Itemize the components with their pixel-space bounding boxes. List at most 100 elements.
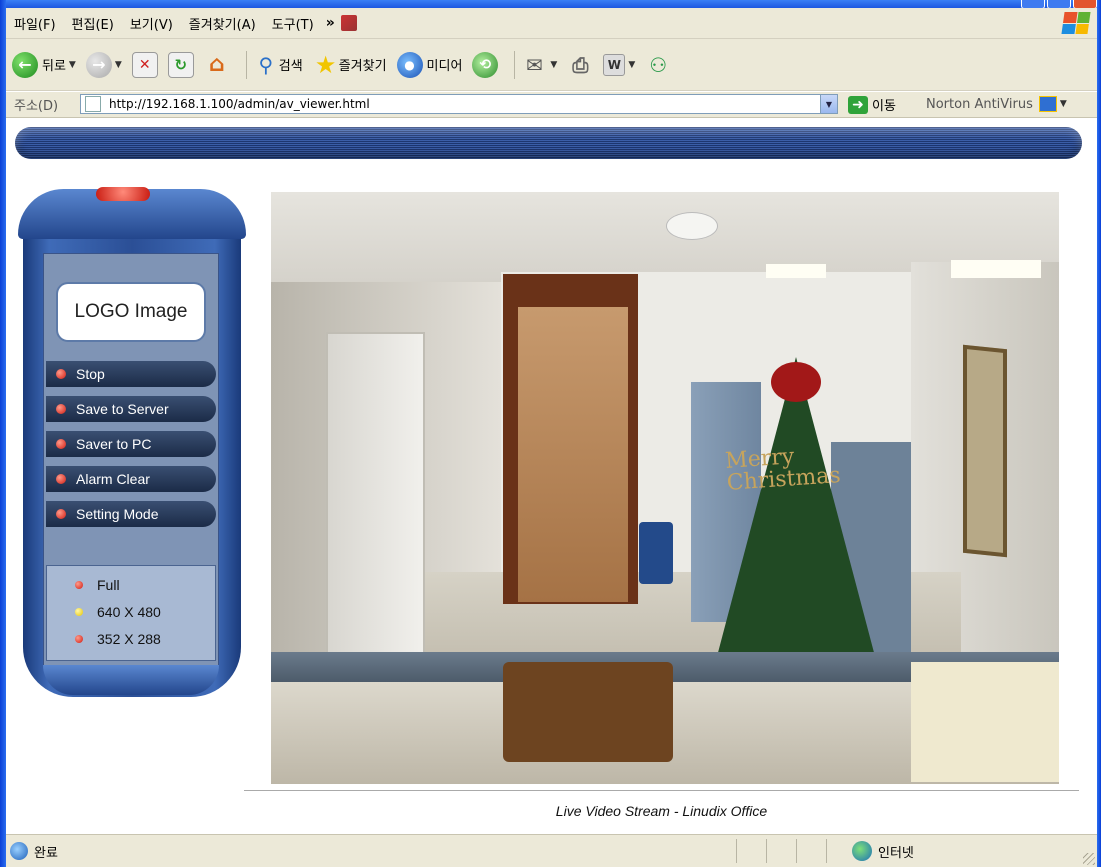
resolution-full[interactable]: Full xyxy=(75,577,120,593)
messenger-icon: ⚇ xyxy=(649,52,668,77)
yellow-dot-icon xyxy=(75,608,83,616)
page-content: LOGO Image Stop Save to Server Saver to … xyxy=(6,119,1097,834)
media-label: 미디어 xyxy=(426,59,463,74)
status-bar: 완료 인터넷 xyxy=(6,834,1097,867)
alarm-clear-button[interactable]: Alarm Clear xyxy=(46,466,216,492)
go-button[interactable]: ➜ 이동 xyxy=(848,95,896,114)
print-button[interactable]: ⎙ xyxy=(567,52,593,78)
control-panel: LOGO Image Stop Save to Server Saver to … xyxy=(18,187,246,697)
forward-arrow-icon: → xyxy=(85,51,112,78)
video-wall-map xyxy=(911,662,1059,782)
menu-tools[interactable]: 도구(T) xyxy=(264,14,322,33)
resolution-label: 640 X 480 xyxy=(97,604,161,620)
standard-toolbar: ← 뒤로 ▼ → ▼ ✕ ↻ ⌂ ⚲ 검색 ★ 즐겨찾기 ● 미디어 ⟲ ✉ ▼… xyxy=(6,39,1097,91)
stop-stream-button[interactable]: Stop xyxy=(46,361,216,387)
stop-button[interactable]: ✕ xyxy=(131,51,158,78)
refresh-button[interactable]: ↻ xyxy=(167,51,194,78)
printer-icon: ⎙ xyxy=(572,52,589,77)
ie-page-icon xyxy=(10,842,28,860)
menu-favorites[interactable]: 즐겨찾기(A) xyxy=(181,14,264,33)
edit-button[interactable]: W ▼ xyxy=(603,53,635,76)
toolbar-separator xyxy=(245,50,247,79)
media-button[interactable]: ● 미디어 xyxy=(396,51,463,78)
search-label: 검색 xyxy=(278,59,303,74)
menu-file[interactable]: 파일(F) xyxy=(6,14,64,33)
norton-icon[interactable] xyxy=(1038,96,1057,112)
panel-indicator-light xyxy=(96,187,150,201)
page-icon xyxy=(85,96,101,112)
security-zone[interactable]: 인터넷 xyxy=(852,841,914,861)
video-tree-bow xyxy=(771,362,821,402)
back-label: 뒤로 xyxy=(42,59,66,74)
resolution-640x480[interactable]: 640 X 480 xyxy=(75,604,161,620)
mail-icon: ✉ xyxy=(526,52,543,77)
messenger-button[interactable]: ⚇ xyxy=(645,52,671,78)
forward-button[interactable]: → ▼ xyxy=(85,51,122,78)
red-dot-icon xyxy=(56,369,66,379)
search-button[interactable]: ⚲ 검색 xyxy=(253,52,303,78)
address-url[interactable]: http://192.168.1.100/admin/av_viewer.htm… xyxy=(109,97,370,111)
back-dropdown-icon[interactable]: ▼ xyxy=(69,60,76,70)
menu-view[interactable]: 보기(V) xyxy=(122,14,181,33)
window-frame-right xyxy=(1097,0,1101,867)
back-arrow-icon: ← xyxy=(12,51,38,78)
search-icon: ⚲ xyxy=(258,52,274,77)
toolbar-separator xyxy=(514,50,516,79)
favorites-label: 즐겨찾기 xyxy=(338,59,387,74)
red-dot-icon xyxy=(56,439,66,449)
forward-dropdown-icon[interactable]: ▼ xyxy=(115,60,122,70)
edit-dropdown-icon[interactable]: ▼ xyxy=(628,60,635,70)
home-button[interactable]: ⌂ xyxy=(204,52,230,78)
resize-grip-icon[interactable] xyxy=(1083,853,1095,865)
button-label: Setting Mode xyxy=(76,506,159,522)
menu-edit[interactable]: 편집(E) xyxy=(64,14,122,33)
button-label: Alarm Clear xyxy=(76,471,150,487)
zone-label: 인터넷 xyxy=(878,845,914,861)
resolution-352x288[interactable]: 352 X 288 xyxy=(75,631,161,647)
button-label: Saver to PC xyxy=(76,436,152,452)
menu-overflow-chevron[interactable]: » xyxy=(322,15,339,31)
mail-button[interactable]: ✉ ▼ xyxy=(521,52,557,78)
address-bar: 주소(D) http://192.168.1.100/admin/av_view… xyxy=(6,92,1097,118)
go-label: 이동 xyxy=(872,99,896,114)
red-dot-icon xyxy=(56,509,66,519)
save-to-server-button[interactable]: Save to Server xyxy=(46,396,216,422)
video-mirror xyxy=(963,344,1007,558)
resolution-selector: Full 640 X 480 352 X 288 xyxy=(46,565,216,661)
edit-icon: W xyxy=(603,53,626,76)
favorites-button[interactable]: ★ 즐겨찾기 xyxy=(313,51,387,79)
address-input[interactable]: http://192.168.1.100/admin/av_viewer.htm… xyxy=(80,94,838,114)
address-dropdown-icon[interactable]: ▼ xyxy=(820,95,837,113)
video-merry-christmas-sign: Merry Christmas xyxy=(724,443,841,496)
norton-dropdown-icon[interactable]: ▼ xyxy=(1060,99,1067,109)
red-dot-icon xyxy=(56,404,66,414)
status-divider xyxy=(736,839,737,863)
save-to-pc-button[interactable]: Saver to PC xyxy=(46,431,216,457)
live-video-stream[interactable]: Merry Christmas xyxy=(271,192,1059,784)
windows-logo-icon xyxy=(1061,12,1091,34)
window-controls xyxy=(1021,0,1097,9)
toolbar-flag-icon[interactable] xyxy=(340,15,357,31)
media-icon: ● xyxy=(396,51,423,78)
status-text: 완료 xyxy=(34,845,58,861)
history-button[interactable]: ⟲ xyxy=(472,51,499,78)
home-icon: ⌂ xyxy=(208,52,225,77)
caption-divider xyxy=(244,790,1079,791)
resolution-label: 352 X 288 xyxy=(97,631,161,647)
video-smoke-detector xyxy=(666,212,718,240)
refresh-icon: ↻ xyxy=(167,51,194,78)
red-dot-icon xyxy=(56,474,66,484)
back-button[interactable]: ← 뒤로 ▼ xyxy=(12,51,76,78)
norton-antivirus-toolbar[interactable]: Norton AntiVirus ▼ xyxy=(926,96,1067,112)
button-label: Stop xyxy=(76,366,105,382)
red-dot-icon xyxy=(75,581,83,589)
setting-mode-button[interactable]: Setting Mode xyxy=(46,501,216,527)
mail-dropdown-icon[interactable]: ▼ xyxy=(550,60,557,70)
button-label: Save to Server xyxy=(76,401,169,417)
status-divider xyxy=(766,839,767,863)
video-ceiling-light xyxy=(766,264,826,278)
header-banner xyxy=(15,127,1082,159)
menu-bar: 파일(F) 편집(E) 보기(V) 즐겨찾기(A) 도구(T) » xyxy=(6,8,1097,39)
status-divider xyxy=(826,839,827,863)
video-caption: Live Video Stream - Linudix Office xyxy=(555,803,768,819)
